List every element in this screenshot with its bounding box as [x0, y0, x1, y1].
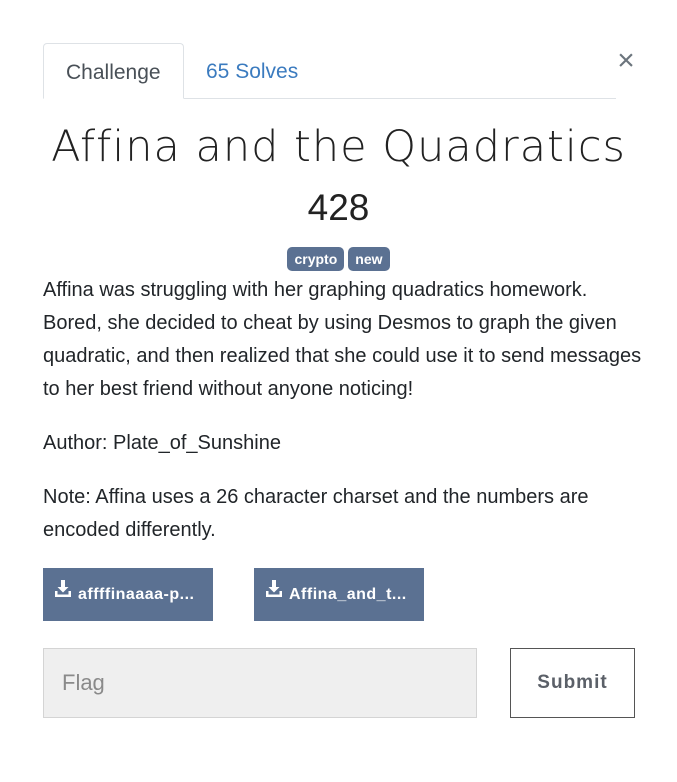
- file-download-button[interactable]: Affina_and_t...: [254, 568, 424, 621]
- note-paragraph: Note: Affina uses a 26 character charset…: [43, 486, 589, 541]
- description-paragraph: Affina was struggling with her graphing …: [43, 279, 642, 400]
- tag-badge: crypto: [287, 247, 345, 271]
- submit-button[interactable]: Submit: [510, 648, 635, 718]
- close-icon[interactable]: ×: [612, 44, 640, 78]
- challenge-tabs: Challenge 65 Solves: [43, 43, 616, 99]
- author-line: Author: Plate_of_Sunshine: [43, 432, 281, 454]
- tab-challenge[interactable]: Challenge: [43, 43, 184, 99]
- file-name: affffinaaaa-p...: [78, 586, 195, 603]
- download-icon: [265, 568, 283, 619]
- challenge-points: 428: [307, 187, 370, 228]
- file-download-button[interactable]: affffinaaaa-p...: [43, 568, 213, 621]
- tab-solves[interactable]: 65 Solves: [184, 43, 320, 98]
- tag-badge: new: [348, 247, 390, 271]
- flag-input[interactable]: [43, 648, 477, 718]
- file-name: Affina_and_t...: [289, 586, 407, 603]
- challenge-description: Affina was struggling with her graphing …: [43, 274, 643, 568]
- challenge-title: Affina and the Quadratics: [51, 122, 626, 172]
- challenge-tags: crypto new: [0, 247, 677, 271]
- download-icon: [54, 568, 72, 619]
